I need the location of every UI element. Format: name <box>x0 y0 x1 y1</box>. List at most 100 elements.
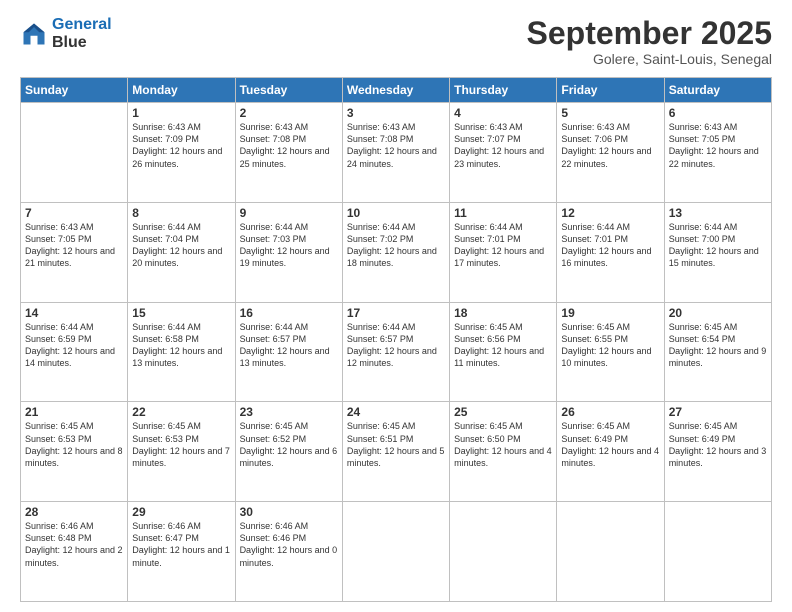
day-detail: Sunrise: 6:43 AM Sunset: 7:07 PM Dayligh… <box>454 121 552 170</box>
table-row: 4Sunrise: 6:43 AM Sunset: 7:07 PM Daylig… <box>450 103 557 203</box>
day-number: 6 <box>669 106 767 120</box>
day-number: 7 <box>25 206 123 220</box>
table-row: 8Sunrise: 6:44 AM Sunset: 7:04 PM Daylig… <box>128 202 235 302</box>
table-row: 16Sunrise: 6:44 AM Sunset: 6:57 PM Dayli… <box>235 302 342 402</box>
title-block: September 2025 Golere, Saint-Louis, Sene… <box>527 16 772 67</box>
day-number: 20 <box>669 306 767 320</box>
day-detail: Sunrise: 6:44 AM Sunset: 7:01 PM Dayligh… <box>561 221 659 270</box>
day-detail: Sunrise: 6:44 AM Sunset: 7:01 PM Dayligh… <box>454 221 552 270</box>
col-friday: Friday <box>557 78 664 103</box>
table-row: 15Sunrise: 6:44 AM Sunset: 6:58 PM Dayli… <box>128 302 235 402</box>
col-thursday: Thursday <box>450 78 557 103</box>
header: General Blue September 2025 Golere, Sain… <box>20 16 772 67</box>
table-row: 24Sunrise: 6:45 AM Sunset: 6:51 PM Dayli… <box>342 402 449 502</box>
table-row: 13Sunrise: 6:44 AM Sunset: 7:00 PM Dayli… <box>664 202 771 302</box>
day-detail: Sunrise: 6:45 AM Sunset: 6:54 PM Dayligh… <box>669 321 767 370</box>
col-tuesday: Tuesday <box>235 78 342 103</box>
day-number: 16 <box>240 306 338 320</box>
day-number: 13 <box>669 206 767 220</box>
day-number: 30 <box>240 505 338 519</box>
table-row: 12Sunrise: 6:44 AM Sunset: 7:01 PM Dayli… <box>557 202 664 302</box>
day-number: 24 <box>347 405 445 419</box>
table-row <box>450 502 557 602</box>
table-row: 14Sunrise: 6:44 AM Sunset: 6:59 PM Dayli… <box>21 302 128 402</box>
page: General Blue September 2025 Golere, Sain… <box>0 0 792 612</box>
table-row <box>557 502 664 602</box>
table-row: 19Sunrise: 6:45 AM Sunset: 6:55 PM Dayli… <box>557 302 664 402</box>
table-row: 10Sunrise: 6:44 AM Sunset: 7:02 PM Dayli… <box>342 202 449 302</box>
day-detail: Sunrise: 6:43 AM Sunset: 7:08 PM Dayligh… <box>347 121 445 170</box>
calendar-table: Sunday Monday Tuesday Wednesday Thursday… <box>20 77 772 602</box>
day-detail: Sunrise: 6:45 AM Sunset: 6:56 PM Dayligh… <box>454 321 552 370</box>
day-detail: Sunrise: 6:46 AM Sunset: 6:48 PM Dayligh… <box>25 520 123 569</box>
table-row <box>342 502 449 602</box>
table-row: 21Sunrise: 6:45 AM Sunset: 6:53 PM Dayli… <box>21 402 128 502</box>
day-number: 19 <box>561 306 659 320</box>
table-row: 17Sunrise: 6:44 AM Sunset: 6:57 PM Dayli… <box>342 302 449 402</box>
table-row: 20Sunrise: 6:45 AM Sunset: 6:54 PM Dayli… <box>664 302 771 402</box>
day-detail: Sunrise: 6:44 AM Sunset: 6:57 PM Dayligh… <box>240 321 338 370</box>
table-row: 9Sunrise: 6:44 AM Sunset: 7:03 PM Daylig… <box>235 202 342 302</box>
day-detail: Sunrise: 6:45 AM Sunset: 6:50 PM Dayligh… <box>454 420 552 469</box>
table-row: 2Sunrise: 6:43 AM Sunset: 7:08 PM Daylig… <box>235 103 342 203</box>
day-detail: Sunrise: 6:43 AM Sunset: 7:05 PM Dayligh… <box>669 121 767 170</box>
table-row: 25Sunrise: 6:45 AM Sunset: 6:50 PM Dayli… <box>450 402 557 502</box>
day-detail: Sunrise: 6:46 AM Sunset: 6:46 PM Dayligh… <box>240 520 338 569</box>
table-row: 6Sunrise: 6:43 AM Sunset: 7:05 PM Daylig… <box>664 103 771 203</box>
subtitle: Golere, Saint-Louis, Senegal <box>527 51 772 67</box>
logo-line1: General <box>52 16 112 33</box>
day-detail: Sunrise: 6:45 AM Sunset: 6:49 PM Dayligh… <box>561 420 659 469</box>
day-number: 27 <box>669 405 767 419</box>
day-detail: Sunrise: 6:45 AM Sunset: 6:49 PM Dayligh… <box>669 420 767 469</box>
logo: General Blue <box>20 16 112 51</box>
day-number: 26 <box>561 405 659 419</box>
day-detail: Sunrise: 6:45 AM Sunset: 6:53 PM Dayligh… <box>25 420 123 469</box>
day-number: 25 <box>454 405 552 419</box>
logo-line2: Blue <box>52 34 112 52</box>
day-number: 22 <box>132 405 230 419</box>
day-number: 2 <box>240 106 338 120</box>
col-saturday: Saturday <box>664 78 771 103</box>
day-number: 5 <box>561 106 659 120</box>
day-number: 1 <box>132 106 230 120</box>
day-detail: Sunrise: 6:44 AM Sunset: 7:02 PM Dayligh… <box>347 221 445 270</box>
table-row <box>664 502 771 602</box>
calendar-header-row: Sunday Monday Tuesday Wednesday Thursday… <box>21 78 772 103</box>
day-number: 4 <box>454 106 552 120</box>
table-row: 18Sunrise: 6:45 AM Sunset: 6:56 PM Dayli… <box>450 302 557 402</box>
day-number: 18 <box>454 306 552 320</box>
day-number: 23 <box>240 405 338 419</box>
table-row: 28Sunrise: 6:46 AM Sunset: 6:48 PM Dayli… <box>21 502 128 602</box>
col-monday: Monday <box>128 78 235 103</box>
day-number: 15 <box>132 306 230 320</box>
day-detail: Sunrise: 6:45 AM Sunset: 6:53 PM Dayligh… <box>132 420 230 469</box>
day-number: 12 <box>561 206 659 220</box>
table-row: 29Sunrise: 6:46 AM Sunset: 6:47 PM Dayli… <box>128 502 235 602</box>
table-row: 3Sunrise: 6:43 AM Sunset: 7:08 PM Daylig… <box>342 103 449 203</box>
table-row: 7Sunrise: 6:43 AM Sunset: 7:05 PM Daylig… <box>21 202 128 302</box>
day-detail: Sunrise: 6:43 AM Sunset: 7:09 PM Dayligh… <box>132 121 230 170</box>
table-row: 22Sunrise: 6:45 AM Sunset: 6:53 PM Dayli… <box>128 402 235 502</box>
table-row: 23Sunrise: 6:45 AM Sunset: 6:52 PM Dayli… <box>235 402 342 502</box>
day-detail: Sunrise: 6:43 AM Sunset: 7:08 PM Dayligh… <box>240 121 338 170</box>
day-number: 8 <box>132 206 230 220</box>
day-number: 14 <box>25 306 123 320</box>
month-title: September 2025 <box>527 16 772 51</box>
day-number: 9 <box>240 206 338 220</box>
day-number: 21 <box>25 405 123 419</box>
day-detail: Sunrise: 6:44 AM Sunset: 7:00 PM Dayligh… <box>669 221 767 270</box>
day-number: 28 <box>25 505 123 519</box>
day-detail: Sunrise: 6:46 AM Sunset: 6:47 PM Dayligh… <box>132 520 230 569</box>
col-sunday: Sunday <box>21 78 128 103</box>
day-detail: Sunrise: 6:44 AM Sunset: 6:58 PM Dayligh… <box>132 321 230 370</box>
day-detail: Sunrise: 6:44 AM Sunset: 7:04 PM Dayligh… <box>132 221 230 270</box>
table-row: 1Sunrise: 6:43 AM Sunset: 7:09 PM Daylig… <box>128 103 235 203</box>
day-number: 29 <box>132 505 230 519</box>
day-detail: Sunrise: 6:43 AM Sunset: 7:05 PM Dayligh… <box>25 221 123 270</box>
day-number: 3 <box>347 106 445 120</box>
table-row <box>21 103 128 203</box>
logo-icon <box>20 20 48 48</box>
col-wednesday: Wednesday <box>342 78 449 103</box>
logo-text: General Blue <box>52 16 112 51</box>
day-detail: Sunrise: 6:45 AM Sunset: 6:52 PM Dayligh… <box>240 420 338 469</box>
